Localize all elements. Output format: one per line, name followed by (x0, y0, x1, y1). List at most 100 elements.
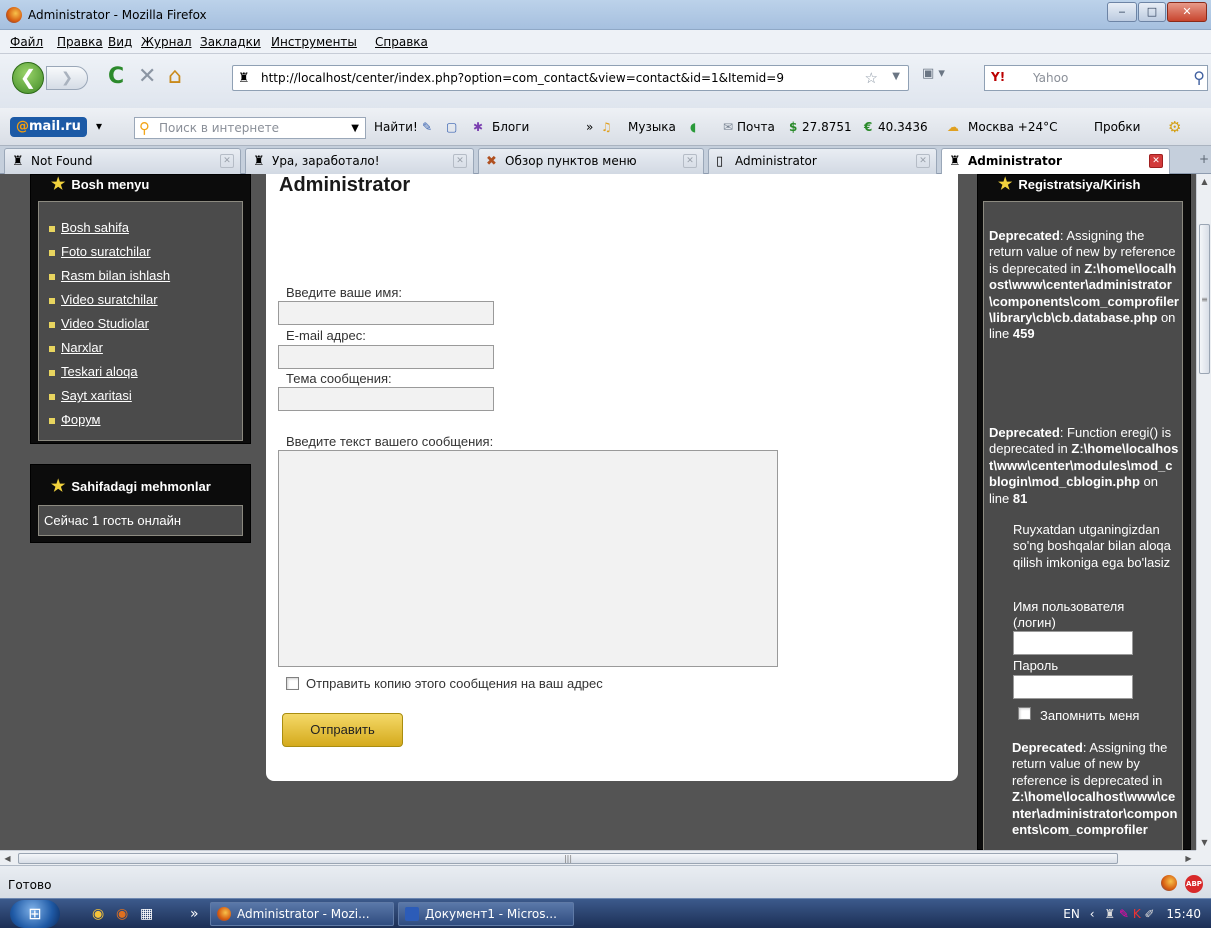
start-button[interactable]: ⊞ (10, 900, 60, 928)
quicklaunch-more-icon[interactable]: » (190, 906, 199, 922)
stop-icon[interactable]: ✕ (138, 64, 156, 90)
menu-item-narxlar[interactable]: Narxlar (49, 340, 103, 355)
firefox-icon (6, 7, 22, 23)
home-icon[interactable]: ⌂ (168, 64, 182, 90)
copy-checkbox[interactable] (286, 677, 299, 690)
menu-item-teskari-aloqa[interactable]: Teskari aloqa (49, 364, 138, 379)
tab-close-icon[interactable]: ✕ (916, 154, 930, 168)
name-input[interactable] (278, 301, 494, 325)
tab-menu-overview[interactable]: ✖ Обзор пунктов меню ✕ (478, 148, 704, 174)
taskbar-word[interactable]: Документ1 - Micros... (398, 902, 574, 926)
settings-gear-icon[interactable]: ⚙ (1168, 118, 1181, 136)
tab-not-found[interactable]: ♜ Not Found ✕ (4, 148, 241, 174)
minimize-button[interactable]: ‒ (1107, 2, 1137, 22)
search-icon[interactable]: ⚲ (1193, 68, 1205, 87)
menu-item-foto-suratchilar[interactable]: Foto suratchilar (49, 244, 151, 259)
tray-pen-icon[interactable]: ✎ (1119, 907, 1129, 921)
maximize-button[interactable]: □ (1138, 2, 1166, 22)
quicklaunch-icon-3[interactable]: ▦ (140, 906, 153, 922)
tray-network-icon[interactable]: ♜ (1104, 907, 1115, 921)
menu-tools[interactable]: Инструменты (271, 35, 357, 49)
adblock-icon[interactable]: ABP (1185, 875, 1203, 893)
yahoo-icon[interactable]: Y! (991, 70, 1005, 84)
menu-item-video-studiolar[interactable]: Video Studiolar (49, 316, 149, 331)
tab-close-icon[interactable]: ✕ (683, 154, 697, 168)
close-window-button[interactable]: ✕ (1167, 2, 1207, 22)
mailru-search-dropdown-icon[interactable]: ▼ (351, 123, 359, 134)
password-input[interactable] (1013, 675, 1133, 699)
menu-help[interactable]: Справка (375, 35, 428, 49)
tab-close-icon[interactable]: ✕ (220, 154, 234, 168)
tab-administrator[interactable]: ▯ Administrator ✕ (708, 148, 937, 174)
chat-icon[interactable]: ◖ (690, 120, 696, 134)
tray-pencil-icon[interactable]: ✐ (1145, 907, 1155, 921)
firefox-status-icon[interactable] (1161, 875, 1177, 891)
eur-rate[interactable]: 40.3436 (878, 120, 928, 134)
menu-item-bosh-sahifa[interactable]: Bosh sahifa (49, 220, 129, 235)
traffic-link[interactable]: Пробки (1094, 120, 1140, 134)
star-icon: ★ (998, 176, 1013, 193)
usd-rate[interactable]: 27.8751 (802, 120, 852, 134)
url-dropdown-icon[interactable]: ▼ (892, 71, 900, 82)
vertical-scroll-thumb[interactable]: ≡ (1199, 224, 1210, 374)
new-tab-button[interactable]: + (1199, 152, 1209, 166)
main-menu-title: ★ Bosh menyu (51, 176, 150, 193)
scroll-up-icon[interactable]: ▲ (1197, 174, 1211, 189)
vertical-scrollbar[interactable]: ▲ ≡ ▼ (1196, 174, 1211, 850)
screenshot-icon[interactable]: ▣ ▾ (922, 66, 968, 90)
url-text[interactable]: http://localhost/center/index.php?option… (261, 71, 784, 85)
subject-input[interactable] (278, 387, 494, 411)
mailru-logo[interactable]: @mail.ru (10, 117, 87, 137)
pen-icon[interactable]: ✎ (422, 120, 432, 134)
bookmark-star-icon[interactable]: ☆ (865, 69, 878, 87)
menu-history[interactable]: Журнал (141, 35, 192, 49)
tab-administrator-active[interactable]: ♜ Administrator ✕ (941, 148, 1170, 175)
menu-item-forum[interactable]: Форум (49, 412, 101, 427)
quicklaunch-firefox-icon[interactable]: ◉ (116, 906, 128, 922)
menu-bookmarks[interactable]: Закладки (200, 35, 261, 49)
scroll-right-icon[interactable]: ▶ (1181, 851, 1196, 866)
blogs-link[interactable]: Блоги (492, 120, 529, 134)
mailru-logo-text: mail.ru (29, 119, 81, 134)
clock[interactable]: 15:40 (1166, 907, 1201, 921)
email-input[interactable] (278, 345, 494, 369)
menu-item-sayt-xaritasi[interactable]: Sayt xaritasi (49, 388, 132, 403)
send-button[interactable]: Отправить (282, 713, 403, 747)
tab-close-icon[interactable]: ✕ (453, 154, 467, 168)
horizontal-scroll-thumb[interactable]: ||| (18, 853, 1118, 864)
language-indicator[interactable]: EN (1063, 907, 1080, 921)
menu-edit[interactable]: Правка (57, 35, 103, 49)
remember-checkbox[interactable] (1018, 707, 1031, 720)
message-textarea[interactable] (278, 450, 778, 667)
tray-k-icon[interactable]: K (1133, 907, 1141, 921)
search-box[interactable]: Y! Yahoo ⚲ (984, 65, 1208, 91)
reload-icon[interactable]: C (108, 64, 124, 90)
tab-ura[interactable]: ♜ Ура, заработало! ✕ (245, 148, 474, 174)
weather-link[interactable]: Москва +24°C (968, 120, 1057, 134)
chevron-more-icon[interactable]: » (586, 120, 593, 134)
email-label: E-mail адрес: (286, 328, 366, 343)
music-link[interactable]: Музыка (628, 120, 676, 134)
tab-close-icon[interactable]: ✕ (1149, 154, 1163, 168)
mailru-menu-dropdown-icon[interactable]: ▾ (96, 119, 102, 133)
menu-file[interactable]: Файл (10, 35, 43, 49)
scroll-down-icon[interactable]: ▼ (1197, 835, 1211, 850)
quicklaunch-icon-1[interactable]: ◉ (92, 906, 104, 922)
find-button[interactable]: Найти! (374, 120, 418, 134)
mail-link[interactable]: Почта (737, 120, 775, 134)
menu-item-rasm-bilan-ishlash[interactable]: Rasm bilan ishlash (49, 268, 170, 283)
tray-expand-icon[interactable]: ‹ (1090, 907, 1095, 921)
horizontal-scrollbar[interactable]: ◀ ||| ▶ (0, 850, 1196, 865)
music-icon: ♫ (601, 120, 612, 134)
menu-item-video-suratchilar[interactable]: Video suratchilar (49, 292, 158, 307)
url-bar[interactable]: ♜ http://localhost/center/index.php?opti… (232, 65, 909, 91)
page-icon[interactable]: ▢ (446, 120, 457, 134)
back-button[interactable]: ❮ (12, 62, 44, 94)
forward-button[interactable]: ❯ (46, 66, 88, 90)
scroll-left-icon[interactable]: ◀ (0, 851, 15, 866)
username-input[interactable] (1013, 631, 1133, 655)
taskbar-firefox[interactable]: Administrator - Mozi... (210, 902, 394, 926)
menu-view[interactable]: Вид (108, 35, 132, 49)
tab-label: Administrator (735, 154, 817, 168)
mailru-search-input[interactable]: ⚲ Поиск в интернете ▼ (134, 117, 366, 139)
